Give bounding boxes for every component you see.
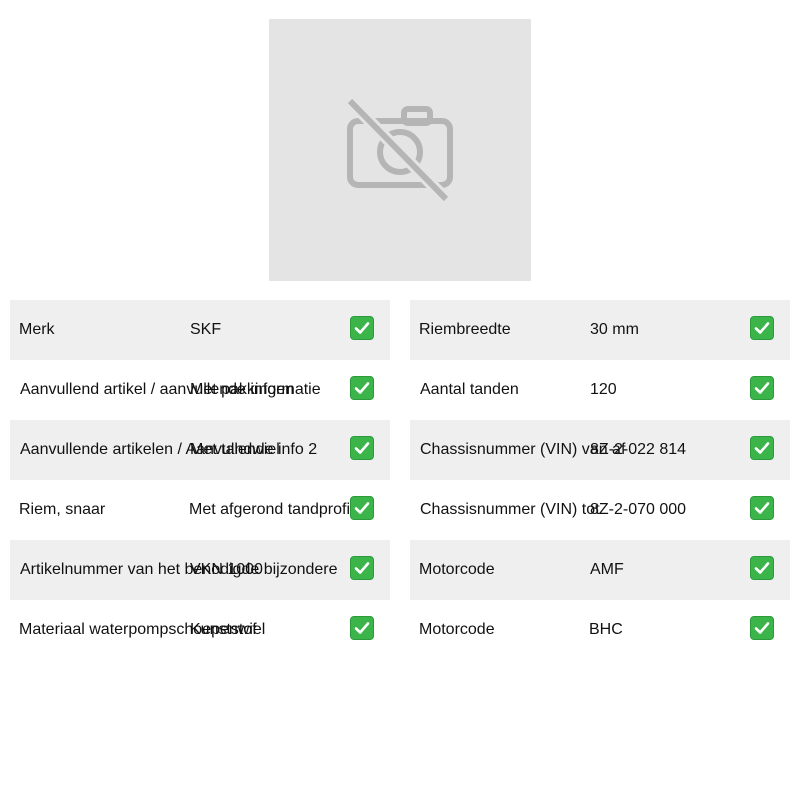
spec-label: Motorcode <box>419 561 495 578</box>
spec-row: Motorcode AMF <box>410 540 790 600</box>
check-icon <box>750 616 774 640</box>
spec-value: 120 <box>590 381 617 398</box>
spec-value: 30 mm <box>590 321 639 338</box>
product-image-placeholder <box>269 19 531 281</box>
spec-label: Motorcode <box>419 621 495 638</box>
spec-row: Motorcode BHC <box>410 600 790 660</box>
spec-value: Kunststof <box>190 621 257 638</box>
spec-row: Aanvullende artikelen / Aanvullende info… <box>10 420 390 480</box>
spec-row: Riem, snaar Met afgerond tandprofiel <box>10 480 390 540</box>
spec-value: Met afgerond tandprofiel <box>189 501 363 518</box>
check-icon <box>350 556 374 580</box>
check-icon <box>750 376 774 400</box>
check-icon <box>750 496 774 520</box>
check-icon <box>350 436 374 460</box>
spec-value: Met pakkingen <box>190 381 295 398</box>
spec-row: Riembreedte 30 mm <box>410 300 790 360</box>
spec-row: Artikelnummer van het benodigde bijzonde… <box>10 540 390 600</box>
spec-row: Chassisnummer (VIN) van af 8Z-2-022 814 <box>410 420 790 480</box>
spec-row: Materiaal waterpompschoepenwiel Kunststo… <box>10 600 390 660</box>
check-icon <box>750 556 774 580</box>
check-icon <box>350 616 374 640</box>
spec-label: Aantal tanden <box>420 381 519 398</box>
camera-off-icon <box>346 99 453 204</box>
spec-value: AMF <box>590 561 624 578</box>
spec-value: VKN 1000 <box>190 561 263 578</box>
spec-label: Artikelnummer van het benodigde bijzonde… <box>20 561 338 578</box>
check-icon <box>750 436 774 460</box>
spec-value: SKF <box>190 321 222 338</box>
check-icon <box>350 376 374 400</box>
spec-row: Aanvullend artikel / aanvullende informa… <box>10 360 390 420</box>
spec-value: Met tandwiel <box>190 441 280 458</box>
spec-row: Chassisnummer (VIN) tot 8Z-2-070 000 <box>410 480 790 540</box>
spec-value: 8Z-2-022 814 <box>590 441 687 458</box>
check-icon <box>350 496 374 520</box>
spec-table-right: Riembreedte 30 mm Aantal tanden 120 Chas… <box>410 300 790 660</box>
spec-row: Aantal tanden 120 <box>410 360 790 420</box>
spec-row: Merk SKF <box>10 300 390 360</box>
check-icon <box>350 316 374 340</box>
spec-label: Riembreedte <box>419 321 511 338</box>
spec-label: Riem, snaar <box>19 501 106 518</box>
spec-label: Merk <box>19 321 55 338</box>
spec-value: 8Z-2-070 000 <box>590 501 687 518</box>
spec-label: Chassisnummer (VIN) tot <box>420 501 600 518</box>
spec-table-left: Merk SKF Aanvullend artikel / aanvullend… <box>10 300 390 660</box>
check-icon <box>750 316 774 340</box>
spec-value: BHC <box>589 621 623 638</box>
